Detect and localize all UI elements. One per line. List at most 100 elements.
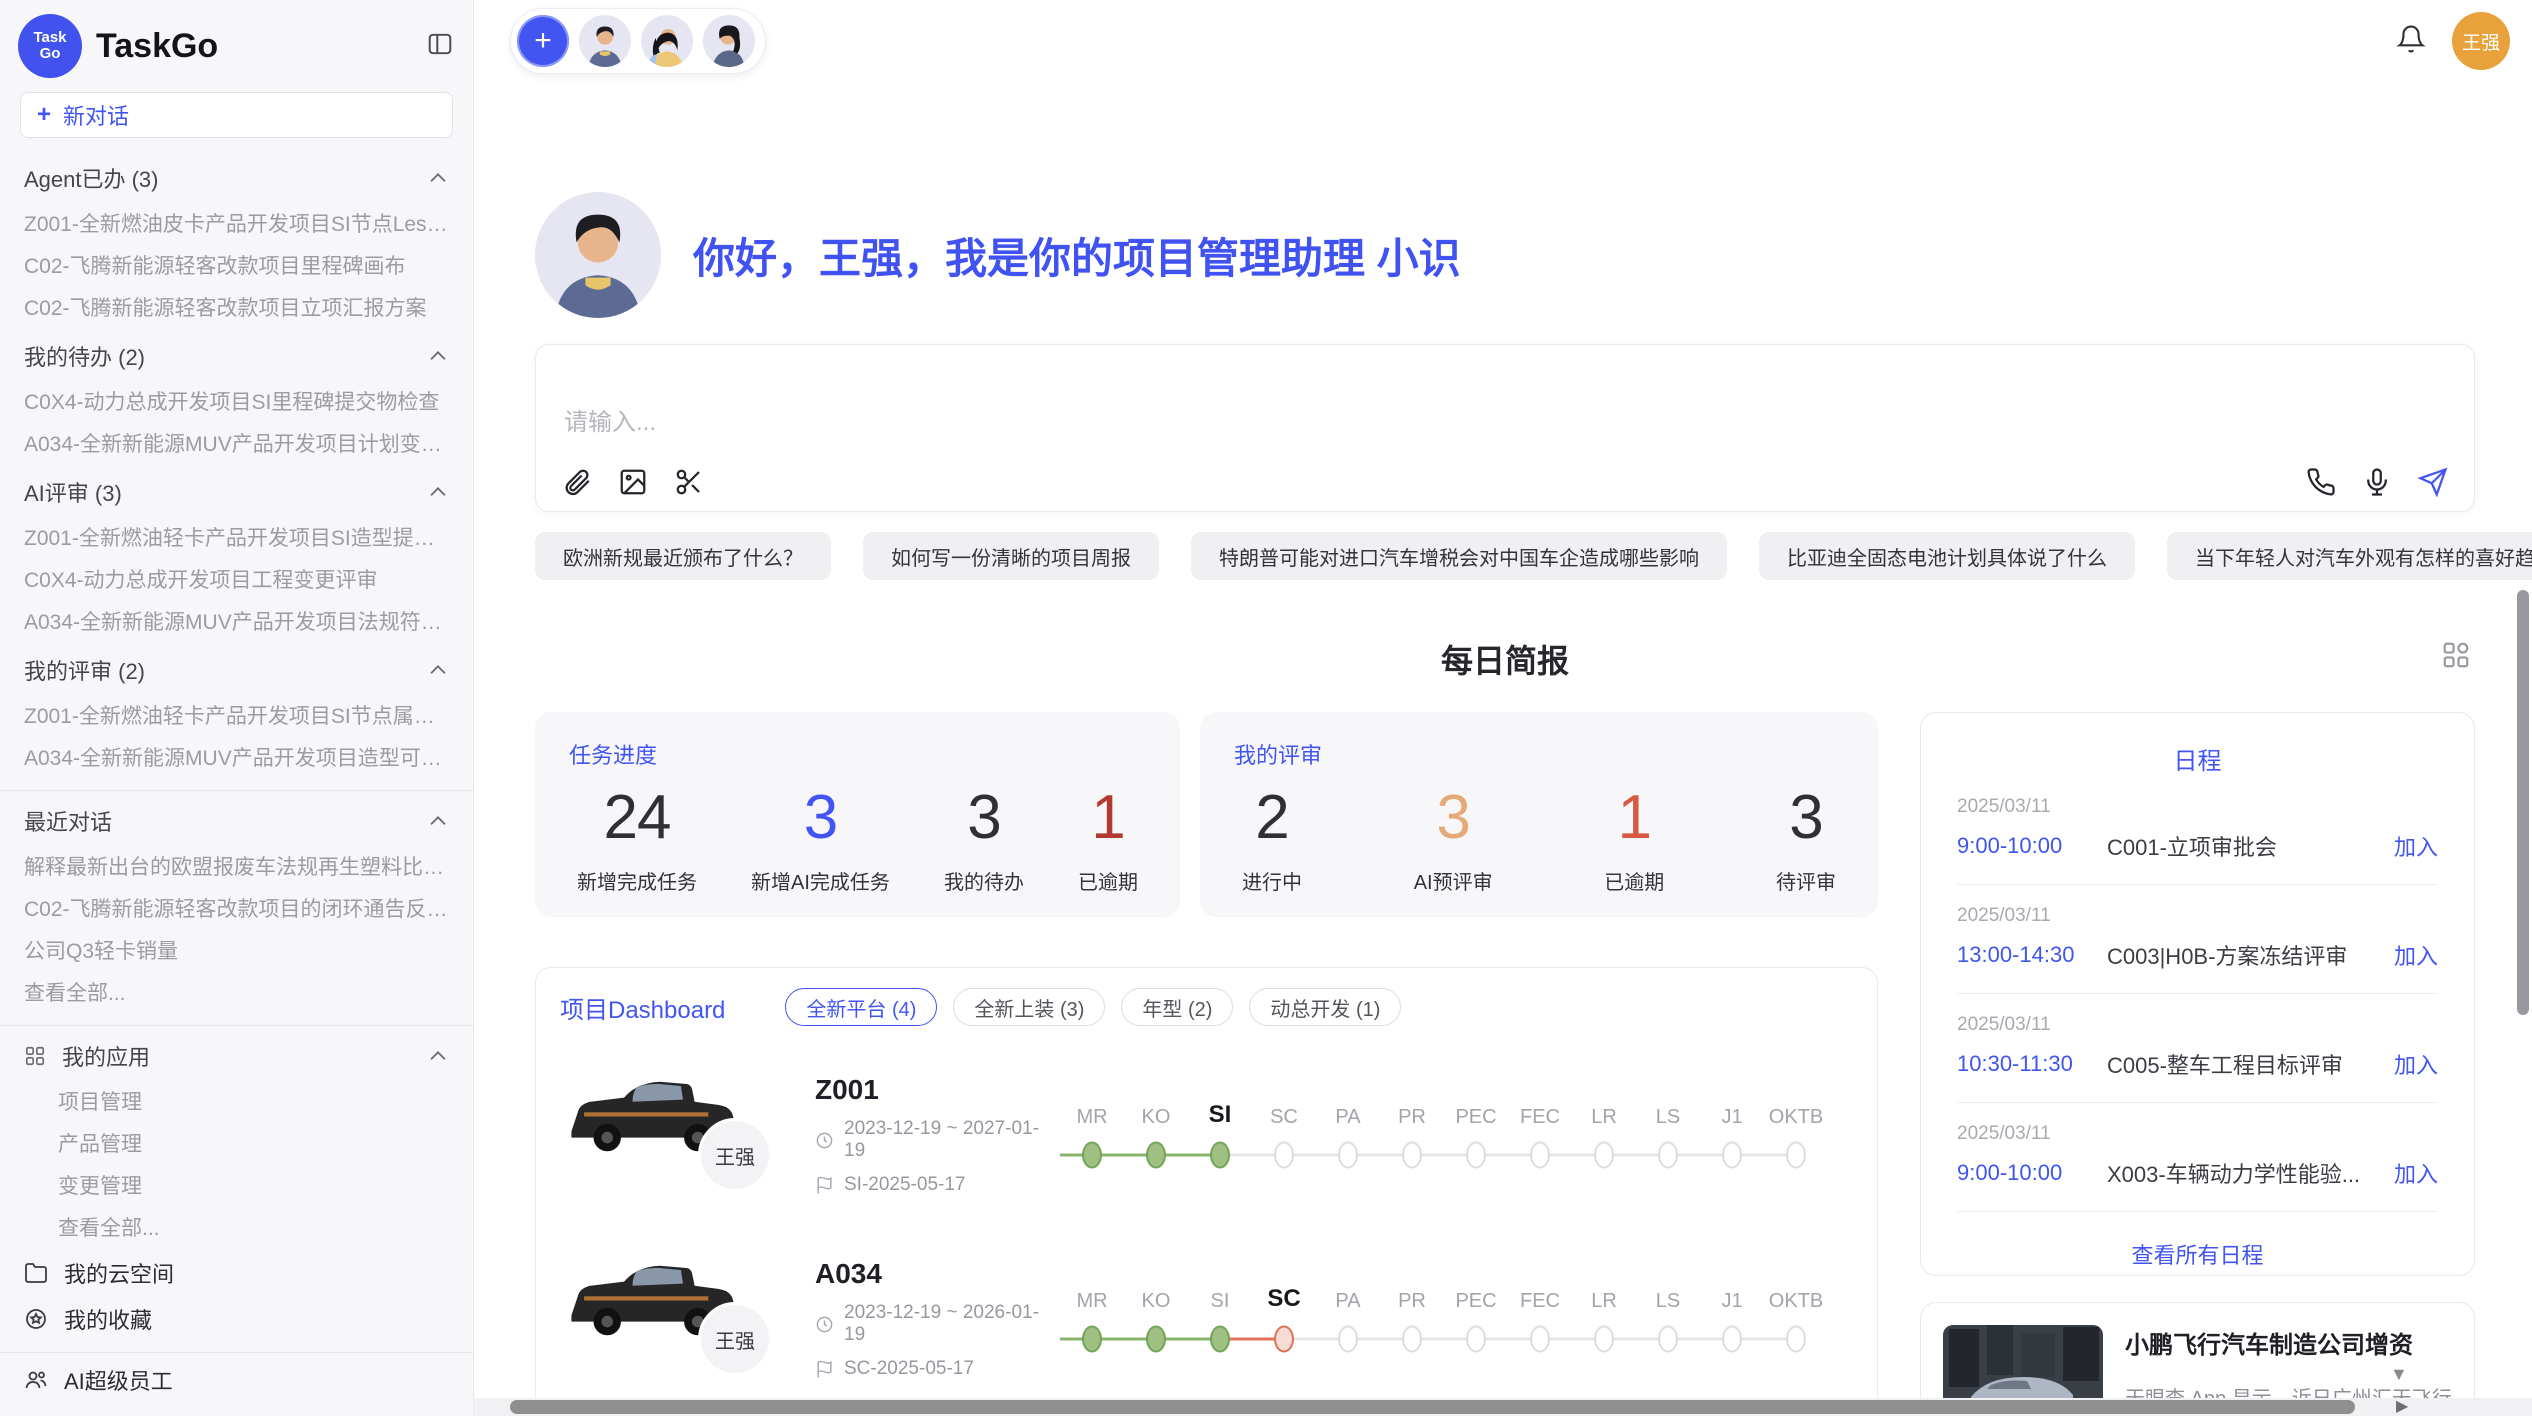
horizontal-scrollbar[interactable] [474,1398,2532,1416]
suggestion-chip[interactable]: 比亚迪全固态电池计划具体说了什么 [1759,532,2135,580]
help-write-label: 帮我写作 [64,1410,152,1416]
join-button[interactable]: 加入 [2394,830,2438,862]
schedule-item: 2025/03/119:00-10:00C001-立项审批会加入 [1957,776,2438,885]
sidebar-item-cloud-space[interactable]: 我的云空间 [0,1250,473,1296]
join-button[interactable]: 加入 [2394,1157,2438,1189]
milestone-label: OKTB [1769,1281,1823,1313]
suggestion-chip[interactable]: 欧洲新规最近颁布了什么？ [535,532,831,580]
milestone-dot [1530,1326,1550,1353]
sidebar-item[interactable]: C0X4-动力总成开发项目SI里程碑提交物检查 [0,382,473,424]
project-row[interactable]: 王强Z0012023-12-19 ~ 2027-01-19SI-2025-05-… [560,1060,1853,1210]
sidebar-item-help-write[interactable]: 帮我写作 [0,1403,473,1416]
chevron-up-icon [427,481,449,503]
add-contact-button[interactable]: + [517,15,569,67]
scissors-icon[interactable] [674,467,704,497]
milestone-dot [1274,1326,1294,1353]
suggestion-chip[interactable]: 当下年轻人对汽车外观有怎样的喜好趋势 [2167,532,2532,580]
schedule-date: 2025/03/11 [1957,1014,2438,1036]
sidebar-item-favorites[interactable]: 我的收藏 [0,1296,473,1342]
stat-label: 新增完成任务 [577,866,697,895]
recent-chat-item[interactable]: 解释最新出台的欧盟报废车法规再生塑料比例被调至15%... [0,847,473,889]
project-row[interactable]: 王强A0342023-12-19 ~ 2026-01-19SC-2025-05-… [560,1244,1853,1394]
bell-icon[interactable] [2396,24,2426,59]
sidebar-group-header[interactable]: Agent已办 (3) [0,152,473,204]
sidebar-collapse-icon[interactable] [427,31,453,62]
stat: 1已逾期 [1078,784,1138,895]
schedule-item: 2025/03/119:00-10:00X003-车辆动力学性能验...加入 [1957,1103,2438,1212]
avatar[interactable] [703,15,755,67]
vertical-scrollbar-thumb[interactable] [2517,590,2529,1015]
sidebar-item[interactable]: A034-全新新能源MUV产品开发项目计划变更表编写 [0,424,473,466]
horizontal-scrollbar-thumb[interactable] [510,1400,2355,1414]
milestone-dot [1786,1142,1806,1169]
suggestion-chip[interactable]: 如何写一份清晰的项目周报 [863,532,1159,580]
sidebar-item[interactable]: C02-飞腾新能源轻客改款项目立项汇报方案 [0,288,473,330]
milestone-step: LS [1636,1281,1700,1357]
schedule-item-title: C001-立项审批会 [2107,830,2394,862]
schedule-item-title: X003-车辆动力学性能验... [2107,1157,2394,1189]
dashboard-filter[interactable]: 动总开发 (1) [1249,988,1401,1026]
sidebar-group-header[interactable]: AI评审 (3) [0,466,473,518]
recent-header[interactable]: 最近对话 [0,795,473,847]
project-image-wrap: 王强 [560,1244,815,1394]
stat-label: 已逾期 [1604,866,1664,895]
sidebar-group-title: Agent已办 (3) [24,162,159,194]
user-avatar[interactable]: 王强 [2452,12,2510,70]
avatar[interactable] [641,15,693,67]
new-chat-button[interactable]: + 新对话 [20,92,453,138]
milestone-label: MR [1076,1281,1107,1313]
dashboard-filter[interactable]: 全新上装 (3) [953,988,1105,1026]
recent-chat-item[interactable]: 公司Q3轻卡销量 [0,931,473,973]
briefing-cards: 任务进度24新增完成任务3新增AI完成任务3我的待办1已逾期我的评审2进行中3A… [535,712,1878,917]
flag-icon [815,1360,834,1379]
sidebar-item[interactable]: A034-全新新能源MUV产品开发项目法规符合性评审 [0,602,473,644]
send-icon[interactable] [2418,467,2448,497]
join-button[interactable]: 加入 [2394,1048,2438,1080]
sidebar-item[interactable]: Z001-全新燃油皮卡产品开发项目SI节点Lesson Learn报告 [0,204,473,246]
apps-view-all-link[interactable]: 查看全部... [0,1208,473,1250]
scroll-down-arrow-icon[interactable]: ▼ [2390,1364,2408,1385]
app-item[interactable]: 产品管理 [0,1124,473,1166]
avatar[interactable] [579,15,631,67]
layout-grid-icon[interactable] [2441,640,2471,675]
sidebar-item-ai-employee[interactable]: AI超级员工 [0,1357,473,1403]
scroll-right-arrow-icon[interactable]: ▶ [2396,1396,2408,1416]
suggestion-chip[interactable]: 特朗普可能对进口汽车增税会对中国车企造成哪些影响 [1191,532,1727,580]
sidebar-item[interactable]: Z001-全新燃油轻卡产品开发项目SI节点属性5D文件评审 [0,696,473,738]
project-dates: 2023-12-19 ~ 2027-01-19 [815,1118,1060,1162]
sidebar-item[interactable]: C02-飞腾新能源轻客改款项目里程碑画布 [0,246,473,288]
schedule-date: 2025/03/11 [1957,905,2438,927]
view-all-schedule-link[interactable]: 查看所有日程 [1957,1238,2438,1270]
recent-view-all-link[interactable]: 查看全部... [0,973,473,1015]
dashboard-filter[interactable]: 全新平台 (4) [785,988,937,1026]
sidebar-group-header[interactable]: 我的评审 (2) [0,644,473,696]
milestone-dot [1338,1326,1358,1353]
schedule-time: 13:00-14:30 [1957,942,2107,968]
paperclip-icon[interactable] [562,467,592,497]
milestone-step: PEC [1444,1281,1508,1357]
milestone-step: J1 [1700,1097,1764,1173]
sidebar-group-header[interactable]: 我的待办 (2) [0,330,473,382]
news-title: 小鹏飞行汽车制造公司增资 [2125,1325,2452,1360]
join-button[interactable]: 加入 [2394,939,2438,971]
schedule-item: 2025/03/1113:00-14:30C003|H0B-方案冻结评审加入 [1957,885,2438,994]
sidebar-item[interactable]: A034-全新新能源MUV产品开发项目造型可行性评审 [0,738,473,780]
phone-icon[interactable] [2306,467,2336,497]
milestone-step: PR [1380,1281,1444,1357]
app-item[interactable]: 项目管理 [0,1082,473,1124]
plus-icon: + [37,101,51,129]
milestone-label: J1 [1721,1281,1742,1313]
main-content: 你好，王强，我是你的项目管理助理 小识 [474,192,2532,1416]
image-icon[interactable] [618,467,648,497]
stat: 3我的待办 [944,784,1024,895]
recent-chat-item[interactable]: C02-飞腾新能源轻客改款项目的闭环通告反馈情况 [0,889,473,931]
message-input[interactable] [564,403,2446,443]
stat-value: 3 [1776,784,1836,852]
app-item[interactable]: 变更管理 [0,1166,473,1208]
my-apps-header[interactable]: 我的应用 [0,1030,473,1082]
microphone-icon[interactable] [2362,467,2392,497]
sidebar-item[interactable]: Z001-全新燃油轻卡产品开发项目SI造型提交物评审 [0,518,473,560]
sidebar-item[interactable]: C0X4-动力总成开发项目工程变更评审 [0,560,473,602]
milestone-step: PA [1316,1281,1380,1357]
dashboard-filter[interactable]: 年型 (2) [1121,988,1233,1026]
